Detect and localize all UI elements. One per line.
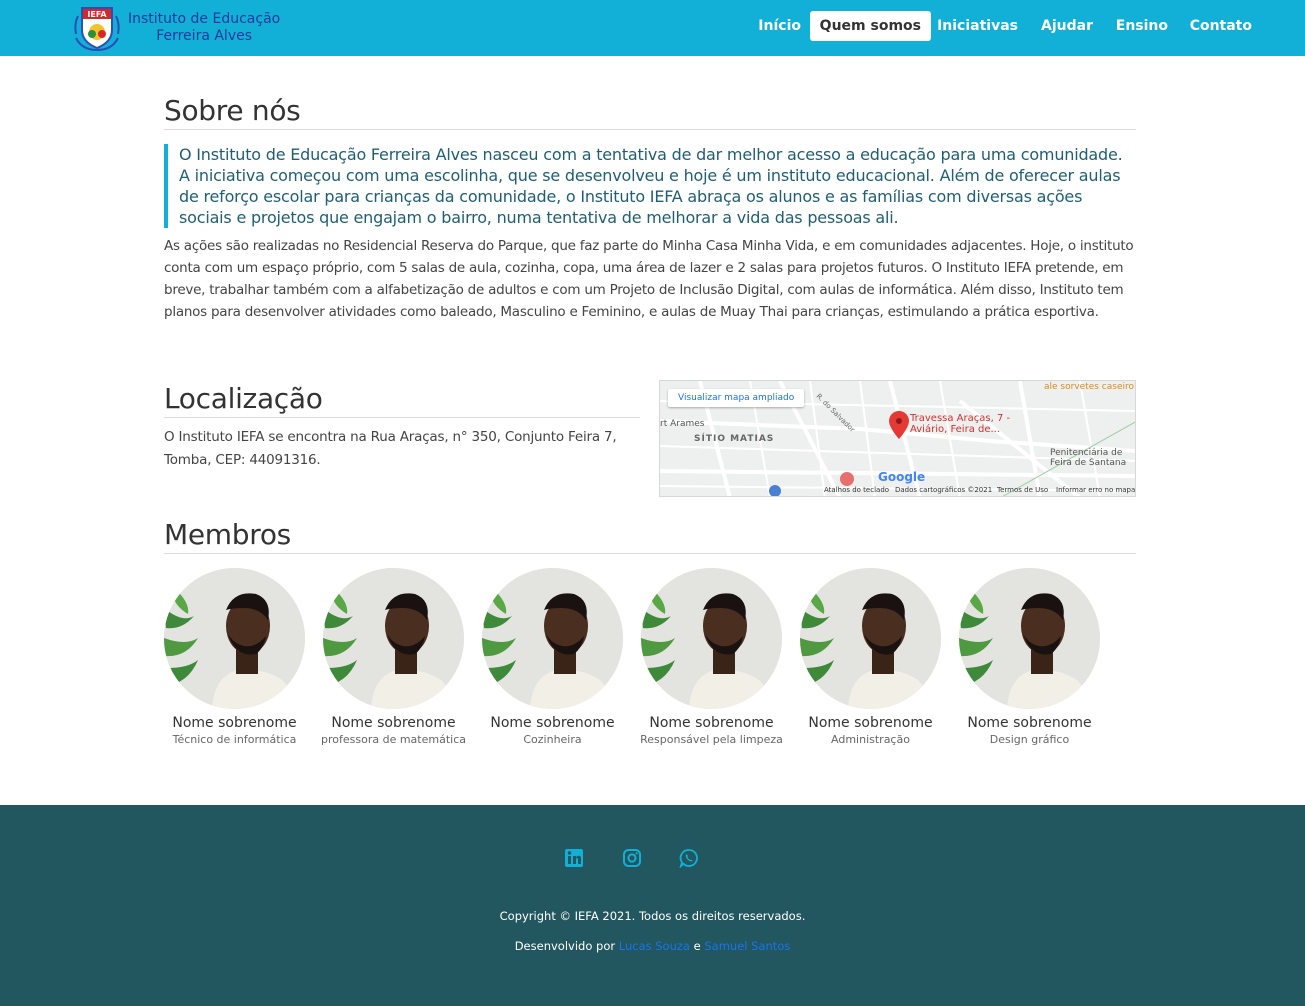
member-photo xyxy=(482,568,623,709)
map-label-prison: Penitenciária de Feira de Santana xyxy=(1050,448,1126,468)
map-terms-link[interactable]: Termos de Uso xyxy=(997,486,1048,494)
member-photo xyxy=(800,568,941,709)
member-role: Design gráfico xyxy=(989,733,1070,746)
copyright-text: Copyright © IEFA 2021. Todos os direitos… xyxy=(499,909,806,923)
member-card: Nome sobrenome Design gráfico xyxy=(950,568,1109,746)
member-avatar xyxy=(800,568,941,709)
navbar: IEFA Instituto de Educação Ferreira Alve… xyxy=(0,0,1305,56)
about-body: As ações são realizadas no Residencial R… xyxy=(164,238,1134,320)
map-label-prison-line2: Feira de Santana xyxy=(1050,458,1127,468)
member-role: Cozinheira xyxy=(523,733,582,746)
nav-item-contato[interactable]: Contato xyxy=(1190,11,1252,41)
map-data-credit: Dados cartográficos ©2021 xyxy=(895,486,993,494)
location-title: Localização xyxy=(164,382,640,418)
brand-name-line2: Ferreira Alves xyxy=(156,28,253,44)
about-lead: O Instituto de Educação Ferreira Alves n… xyxy=(164,144,1136,228)
restaurant-marker-icon xyxy=(840,472,854,486)
member-role: professora de matemática xyxy=(321,733,466,746)
brand-name-line1: Instituto de Educação xyxy=(128,11,281,27)
linkedin-icon[interactable] xyxy=(564,848,584,868)
member-avatar xyxy=(641,568,782,709)
map-label-prison-line1: Penitenciária de xyxy=(1050,448,1123,458)
member-name: Nome sobrenome xyxy=(808,715,933,731)
member-photo xyxy=(959,568,1100,709)
poi-marker-icon xyxy=(769,485,781,496)
dev-prefix: Desenvolvido por xyxy=(514,939,616,953)
map-pin-label-line1: Travessa Araças, 7 - xyxy=(910,413,1011,424)
member-name: Nome sobrenome xyxy=(331,715,456,731)
dev-link-samuel[interactable]: Samuel Santos xyxy=(704,939,790,953)
map-enlarge-button[interactable]: Visualizar mapa ampliado xyxy=(668,389,805,407)
nav-item-ajudar[interactable]: Ajudar xyxy=(1041,11,1093,41)
about-title: Sobre nós xyxy=(164,94,1136,130)
nav-item-iniciativas[interactable]: Iniciativas xyxy=(937,11,1018,41)
location-text: O Instituto IEFA se encontra na Rua Araç… xyxy=(164,429,617,468)
member-photo xyxy=(323,568,464,709)
member-role: Administração xyxy=(831,733,910,746)
member-avatar xyxy=(164,568,305,709)
member-name: Nome sobrenome xyxy=(649,715,774,731)
map-label-district: SÍTIO MATIAS xyxy=(694,434,775,444)
member-card: Nome sobrenome Administração xyxy=(791,568,950,746)
brand[interactable]: IEFA Instituto de Educação Ferreira Alve… xyxy=(70,4,280,52)
member-name: Nome sobrenome xyxy=(490,715,615,731)
member-name: Nome sobrenome xyxy=(172,715,297,731)
nav-item-quem-somos[interactable]: Quem somos xyxy=(809,11,931,41)
member-card: Nome sobrenome Responsável pela limpeza xyxy=(632,568,791,746)
member-avatar xyxy=(323,568,464,709)
member-photo xyxy=(164,568,305,709)
member-role: Responsável pela limpeza xyxy=(640,733,783,746)
map-label-left: rt Arames xyxy=(660,419,705,429)
member-avatar xyxy=(482,568,623,709)
developer-credits: Desenvolvido por Lucas Souza e Samuel Sa… xyxy=(0,939,1305,953)
map-shortcuts-link[interactable]: Atalhos do teclado xyxy=(824,486,889,494)
dev-link-lucas[interactable]: Lucas Souza xyxy=(619,939,690,953)
iefa-logo-icon: IEFA xyxy=(74,7,120,52)
member-card: Nome sobrenome Técnico de informática xyxy=(155,568,314,746)
embedded-map[interactable]: Visualizar mapa ampliado ale sorvetes ca… xyxy=(659,380,1136,497)
member-photo xyxy=(641,568,782,709)
nav-item-ensino[interactable]: Ensino xyxy=(1116,11,1168,41)
member-card: Nome sobrenome Cozinheira xyxy=(473,568,632,746)
map-report-link[interactable]: Informar erro no mapa xyxy=(1056,486,1135,494)
member-avatar xyxy=(959,568,1100,709)
footer: Copyright © IEFA 2021. Todos os direitos… xyxy=(0,805,1305,1006)
logo-text: IEFA xyxy=(87,10,107,19)
members-title: Membros xyxy=(164,518,1136,554)
brand-name: Instituto de Educação Ferreira Alves xyxy=(128,11,280,45)
dev-and: e xyxy=(693,939,701,953)
member-card: Nome sobrenome professora de matemática xyxy=(314,568,473,746)
map-label-sorvetes: ale sorvetes caseiro xyxy=(1044,382,1134,392)
map-pin-label-line2: Aviário, Feira de... xyxy=(910,424,1001,435)
map-pin-label: Travessa Araças, 7 - Aviário, Feira de..… xyxy=(910,413,1010,435)
member-name: Nome sobrenome xyxy=(967,715,1092,731)
nav-item-inicio[interactable]: Início xyxy=(758,11,801,41)
whatsapp-icon[interactable] xyxy=(679,848,699,868)
google-logo: Google xyxy=(878,470,926,484)
member-role: Técnico de informática xyxy=(172,733,297,746)
instagram-icon[interactable] xyxy=(622,848,642,868)
